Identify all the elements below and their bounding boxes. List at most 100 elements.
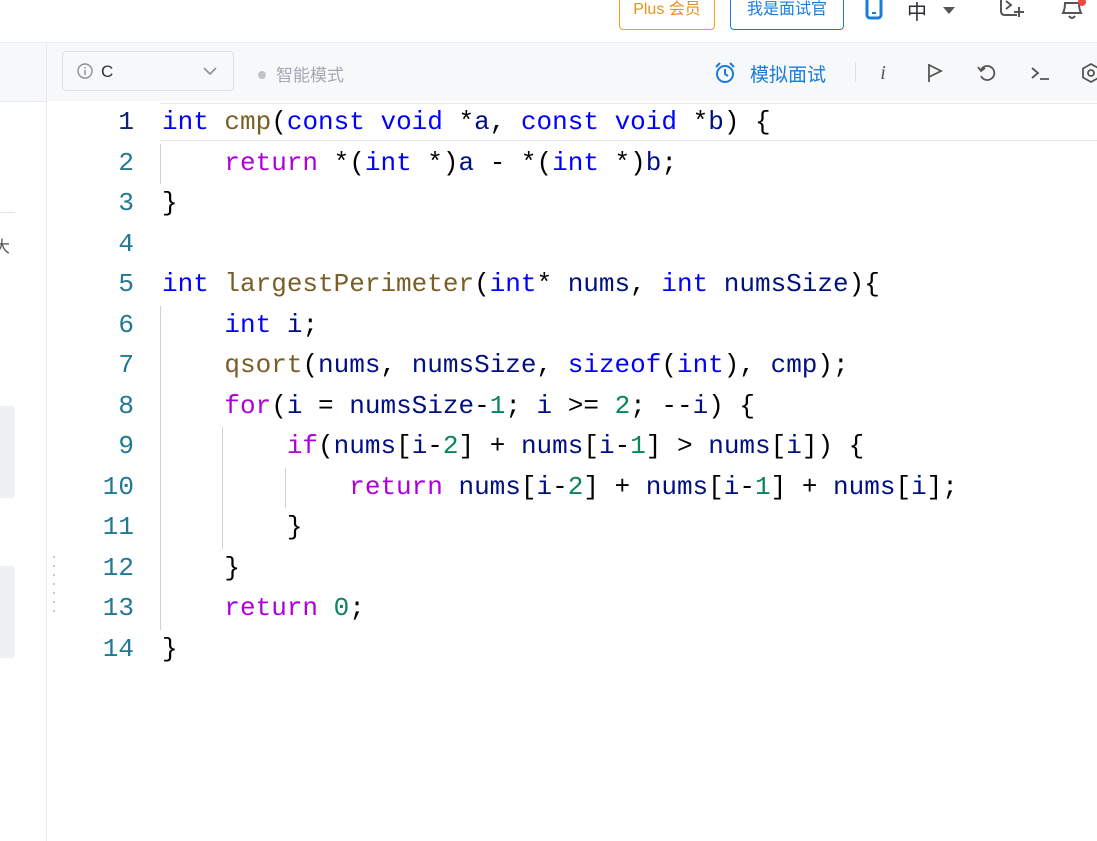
smart-mode-toggle[interactable]: 智能模式 <box>258 61 344 86</box>
code-token: for <box>224 390 272 421</box>
run-flag-icon[interactable] <box>922 60 948 86</box>
code-token: i <box>786 431 802 461</box>
language-label: 中 <box>907 2 927 24</box>
code-line[interactable]: 9 if(nums[i-2] + nums[i-1] > nums[i]) { <box>0 427 1097 468</box>
code-token: ; <box>302 309 319 340</box>
code-token: 1 <box>630 431 646 461</box>
code-token: - <box>614 431 631 461</box>
interviewer-button[interactable]: 我是面试官 <box>730 0 844 30</box>
code-token: int <box>489 269 537 299</box>
code-text: return nums[i-2] + nums[i-1] + nums[i]; <box>162 472 958 502</box>
code-token: int <box>162 107 209 137</box>
line-number: 3 <box>118 188 134 218</box>
code-token: i <box>692 390 709 421</box>
mock-interview-button[interactable]: 模拟面试 <box>714 60 826 86</box>
code-token: b <box>708 107 724 137</box>
info-italic-icon[interactable]: i <box>870 60 896 86</box>
code-line[interactable]: 14} <box>0 630 1097 671</box>
reset-icon[interactable] <box>974 60 1000 86</box>
indent-guide <box>160 305 161 346</box>
code-token: int <box>224 309 272 340</box>
code-token: i <box>723 471 740 502</box>
add-playground-icon[interactable] <box>996 0 1026 22</box>
code-token: 1 <box>489 390 506 421</box>
code-token: - <box>552 471 568 502</box>
code-token: * <box>442 107 475 137</box>
code-token: int <box>552 147 599 178</box>
mock-interview-label: 模拟面试 <box>750 64 827 86</box>
code-token: nums <box>567 269 631 299</box>
language-select[interactable]: C <box>62 51 234 91</box>
code-token: nums <box>645 471 709 502</box>
settings-icon[interactable] <box>1078 60 1097 86</box>
code-token: nums <box>333 431 397 461</box>
code-text: for(i = numsSize-1; i >= 2; --i) { <box>162 391 755 421</box>
code-token: ; <box>349 593 365 623</box>
code-line[interactable]: 5 int largestPerimeter(int* nums, int num… <box>0 265 1097 306</box>
code-lines[interactable]: 1 int cmp(const void *a, const void *b) {… <box>0 103 1097 670</box>
code-line[interactable]: 2 return *(int *)a - *(int *)b; <box>0 143 1097 184</box>
code-line[interactable]: 6 int i; <box>0 305 1097 346</box>
code-token: const <box>286 107 365 137</box>
code-line[interactable]: 7 qsort(nums, numsSize, sizeof(int), cmp… <box>0 346 1097 387</box>
language-switch[interactable]: 中 <box>907 0 955 25</box>
code-token: *) <box>411 147 459 178</box>
code-text: } <box>162 634 178 664</box>
line-number: 13 <box>102 593 134 623</box>
code-token: numsSize <box>411 350 537 380</box>
code-token: int <box>162 269 209 299</box>
code-token: 1 <box>755 471 771 502</box>
code-token: ) { <box>708 390 756 421</box>
console-icon[interactable] <box>1027 60 1053 86</box>
code-token: ; <box>661 147 677 178</box>
code-text: return *(int *)a - *(int *)b; <box>162 148 677 178</box>
code-line[interactable]: 1 int cmp(const void *a, const void *b) { <box>0 103 1097 144</box>
code-text: } <box>162 553 240 583</box>
line-number: 11 <box>102 512 134 542</box>
code-token: int <box>676 350 724 380</box>
code-line[interactable]: 10 return nums[i-2] + nums[i-1] + nums[i… <box>0 467 1097 508</box>
code-line[interactable]: 13 return 0; <box>0 589 1097 630</box>
code-token: i <box>286 390 303 421</box>
code-token: ); <box>817 350 849 380</box>
code-token: ( <box>302 350 319 380</box>
code-text: int largestPerimeter(int* nums, int nums… <box>162 269 880 299</box>
code-token: = <box>302 390 350 421</box>
code-token: , <box>630 269 662 299</box>
code-token: numsSize <box>349 390 475 421</box>
code-token: } <box>162 552 241 583</box>
code-token: numsSize <box>723 269 849 299</box>
code-line[interactable]: 11 } <box>0 508 1097 549</box>
indent-guide <box>160 386 161 427</box>
smart-mode-label: 智能模式 <box>276 66 344 85</box>
code-line[interactable]: 12 } <box>0 548 1097 589</box>
code-text: if(nums[i-2] + nums[i-1] > nums[i]) { <box>162 431 864 461</box>
code-token: 2 <box>614 390 631 421</box>
mobile-icon[interactable] <box>862 0 886 20</box>
code-token: cmp <box>224 107 272 137</box>
code-token: a <box>474 107 490 137</box>
code-token: int <box>661 269 709 299</box>
code-line[interactable]: 4 <box>0 225 1097 266</box>
plus-membership-button[interactable]: Plus 会员 <box>619 0 715 30</box>
code-text: return 0; <box>162 593 365 623</box>
code-token: ] + <box>770 471 834 502</box>
code-token: return <box>224 147 319 178</box>
code-token: i <box>598 431 615 461</box>
code-line[interactable]: 3} <box>0 184 1097 225</box>
code-line[interactable]: 8 for(i = numsSize-1; i >= 2; --i) { <box>0 386 1097 427</box>
indent-guide <box>160 143 161 184</box>
code-token: - *( <box>474 147 553 178</box>
line-number: 4 <box>118 228 134 259</box>
code-token: ) { <box>723 107 771 137</box>
code-token: } <box>162 633 178 664</box>
code-token: ]) { <box>801 431 865 461</box>
